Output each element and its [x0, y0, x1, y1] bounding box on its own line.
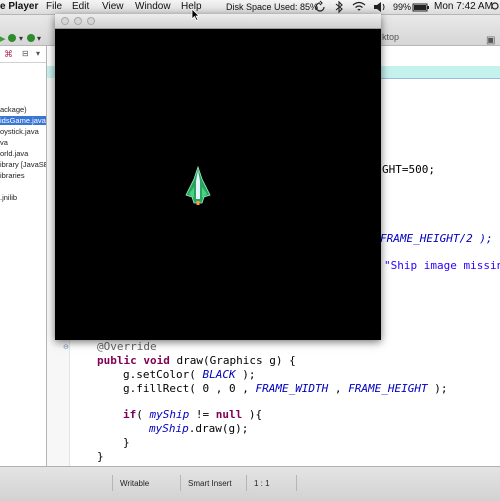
- code-ship-draw: myShip.draw(g);: [149, 422, 248, 435]
- wifi-icon[interactable]: [352, 0, 366, 14]
- code-constant: FRAME_WIDTH: [255, 382, 329, 395]
- tree-item-selected[interactable]: idsGame.java: [0, 116, 46, 125]
- menu-file[interactable]: File: [46, 1, 62, 12]
- code-ship-missing-string: "Ship image missin: [384, 259, 500, 272]
- code-frame-height-half: FRAME_HEIGHT/2 );: [380, 232, 493, 245]
- status-divider: [112, 475, 113, 491]
- code-keyword: if: [123, 408, 137, 421]
- battery-percent[interactable]: 99%: [393, 2, 411, 12]
- code-keyword: void: [143, 354, 170, 367]
- code-setcolor: g.setColor( BLACK );: [123, 368, 255, 381]
- tree-item-joystick[interactable]: oystick.java: [0, 127, 39, 136]
- project-explorer: ⌘ ⊟ ▾ ackage) idsGame.java oystick.java …: [0, 46, 47, 466]
- code-override: @Override: [97, 340, 157, 353]
- zoom-window-icon[interactable]: [87, 17, 95, 25]
- code-text: !=: [189, 408, 216, 421]
- tree-item-java[interactable]: va: [0, 138, 8, 147]
- menu-view[interactable]: View: [102, 1, 124, 12]
- app-name-menu[interactable]: e Player: [0, 1, 38, 12]
- debug-icon[interactable]: [27, 34, 35, 42]
- collapse-icon[interactable]: ⊟: [22, 49, 29, 58]
- code-close-brace-outer: }: [97, 450, 104, 463]
- fold-marker-icon[interactable]: ⊖: [63, 343, 69, 351]
- code-constant: FRAME_HEIGHT: [348, 382, 428, 395]
- menubar-clock[interactable]: Mon 7:42 AM: [434, 1, 493, 12]
- code-constant: BLACK: [202, 368, 236, 381]
- game-window-titlebar[interactable]: [55, 14, 381, 29]
- code-text: g.setColor(: [123, 368, 203, 381]
- status-insert-mode: Smart Insert: [188, 479, 232, 488]
- status-divider: [246, 475, 247, 491]
- battery-icon[interactable]: [412, 0, 430, 14]
- code-keyword: public: [97, 354, 137, 367]
- status-cursor-position: 1 : 1: [254, 479, 270, 488]
- code-text: .draw(g);: [188, 422, 249, 435]
- code-close-brace-inner: }: [123, 436, 130, 449]
- dropdown-icon-2[interactable]: ▾: [37, 33, 41, 45]
- code-text: (: [136, 408, 150, 421]
- status-divider: [296, 475, 297, 491]
- code-text: ){: [242, 408, 263, 421]
- game-window[interactable]: [55, 14, 381, 340]
- mouse-cursor-icon: [191, 8, 200, 21]
- game-canvas[interactable]: [55, 29, 381, 340]
- minimize-window-icon[interactable]: [74, 17, 82, 25]
- menu-edit[interactable]: Edit: [72, 1, 89, 12]
- code-field: myShip: [149, 408, 190, 421]
- status-writable: Writable: [120, 479, 150, 488]
- explorer-header: ⌘ ⊟ ▾: [0, 48, 46, 63]
- desktop-path-label: ktop: [382, 32, 400, 42]
- code-text: draw(Graphics g) {: [169, 354, 296, 367]
- search-icon[interactable]: [491, 0, 500, 14]
- code-text: g.fillRect( 0 , 0 ,: [123, 382, 256, 395]
- code-keyword: null: [215, 408, 243, 421]
- code-text: ,: [328, 382, 349, 395]
- spaceship-icon: [185, 165, 211, 205]
- tree-item-jre-library[interactable]: ibrary [JavaSE: [0, 160, 46, 169]
- bluetooth-icon[interactable]: [334, 0, 344, 14]
- tree-item-jnilib[interactable]: .jnilib: [0, 193, 17, 202]
- code-field: myShip: [149, 422, 189, 435]
- tree-item-package[interactable]: ackage): [0, 105, 27, 114]
- code-text: );: [235, 368, 256, 381]
- volume-icon[interactable]: [373, 0, 387, 14]
- status-divider: [180, 475, 181, 491]
- code-text: );: [427, 382, 448, 395]
- code-frame-height-const: GHT=500;: [382, 163, 435, 176]
- tree-item-world[interactable]: orld.java: [0, 149, 28, 158]
- ide-statusbar: Writable Smart Insert 1 : 1: [0, 466, 500, 501]
- menu-window[interactable]: Window: [135, 1, 171, 12]
- menu-bar: e Player File Edit View Window Help Disk…: [0, 0, 500, 15]
- code-if-statement: if( myShip != null ){: [123, 408, 262, 421]
- tree-item-libraries[interactable]: ibraries: [0, 171, 25, 180]
- forward-icon[interactable]: ▸: [0, 33, 6, 45]
- code-draw-signature: public void draw(Graphics g) {: [97, 354, 296, 367]
- run-icon[interactable]: [8, 34, 16, 42]
- hierarchy-icon[interactable]: ⌘: [4, 49, 13, 60]
- dropdown-icon[interactable]: ▾: [19, 33, 23, 45]
- sync-icon[interactable]: [314, 0, 326, 14]
- view-menu-icon[interactable]: ▾: [36, 49, 40, 58]
- code-fillrect: g.fillRect( 0 , 0 , FRAME_WIDTH , FRAME_…: [123, 382, 448, 395]
- close-window-icon[interactable]: [61, 17, 69, 25]
- disk-space-status[interactable]: Disk Space Used: 85%: [226, 2, 318, 12]
